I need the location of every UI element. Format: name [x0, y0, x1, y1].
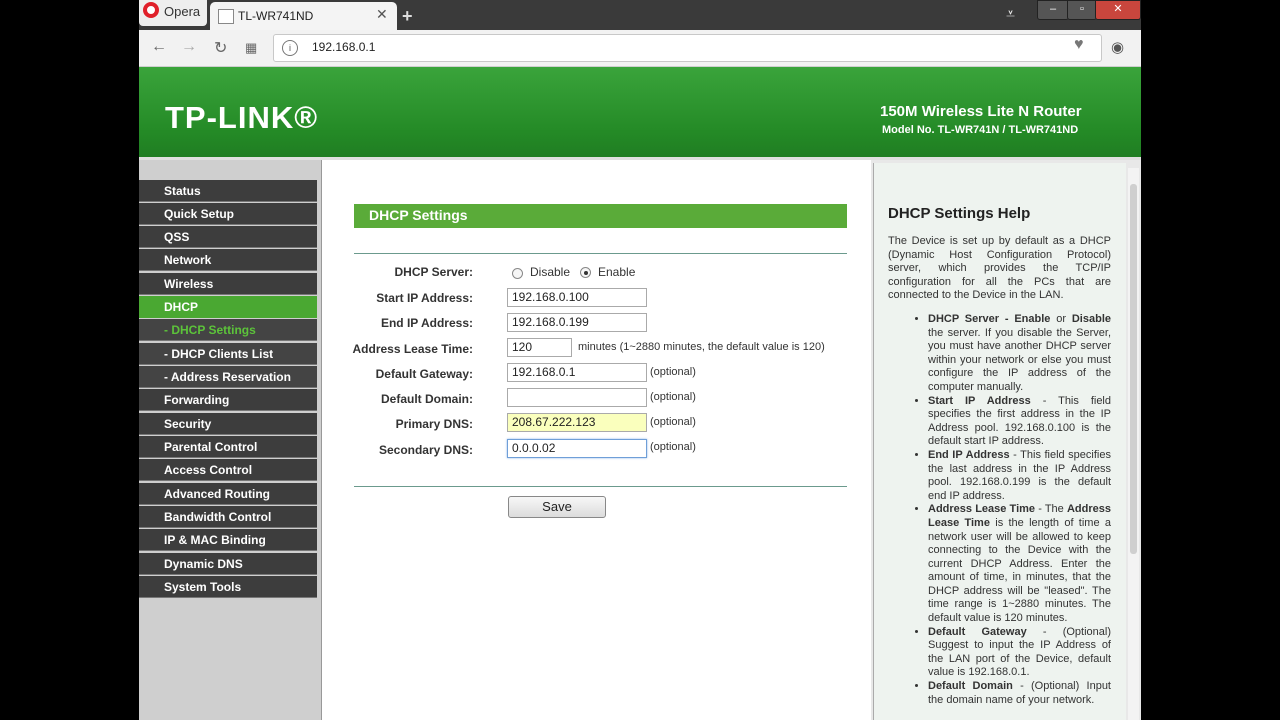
- help-item-default-gateway: Default Gateway - (Optional) Suggest to …: [928, 626, 1111, 680]
- help-intro: The Device is set up by default as a DHC…: [888, 235, 1111, 302]
- browser-tab[interactable]: TL-WR741ND ✕: [210, 2, 397, 30]
- lease-time-hint: minutes (1~2880 minutes, the default val…: [578, 341, 825, 353]
- speed-dial-icon[interactable]: ▦: [245, 40, 257, 56]
- tab-title: TL-WR741ND: [238, 9, 314, 23]
- minimize-icon[interactable]: –: [1037, 0, 1069, 20]
- tab-bar: Opera TL-WR741ND ✕ + ⩡ – ▫ ✕: [139, 0, 1141, 30]
- sidebar-item-advanced-routing[interactable]: Advanced Routing: [139, 483, 317, 505]
- product-name: 150M Wireless Lite N Router: [880, 103, 1082, 120]
- help-item-lease-time: Address Lease Time - The Address Lease T…: [928, 503, 1111, 625]
- domain-optional: (optional): [650, 391, 696, 403]
- sidebar-item-status[interactable]: Status: [139, 180, 317, 202]
- secondary-dns-input[interactable]: 0.0.0.02: [507, 439, 647, 458]
- enable-radio[interactable]: [580, 267, 591, 278]
- sidebar-item-qss[interactable]: QSS: [139, 226, 317, 248]
- help-item-end-ip: End IP Address - This field specifies th…: [928, 449, 1111, 503]
- scrollbar-thumb[interactable]: [1130, 184, 1137, 554]
- lease-time-label: Address Lease Time:: [352, 342, 474, 356]
- default-domain-label: Default Domain:: [380, 392, 473, 406]
- end-ip-label: End IP Address:: [380, 316, 473, 330]
- disable-radio[interactable]: [512, 268, 523, 279]
- url-text: 192.168.0.1: [312, 40, 376, 54]
- bookmark-heart-icon[interactable]: ♥: [1074, 36, 1084, 54]
- primary-dns-optional: (optional): [650, 416, 696, 428]
- default-gateway-input[interactable]: 192.168.0.1: [507, 363, 647, 382]
- tp-link-logo: TP-LINK®: [165, 100, 319, 135]
- help-item-default-domain: Default Domain - (Optional) Input the do…: [928, 680, 1111, 707]
- sidebar-border: [321, 160, 322, 720]
- help-panel: DHCP Settings Help The Device is set up …: [873, 163, 1126, 720]
- sidebar-item-forwarding[interactable]: Forwarding: [139, 389, 317, 411]
- sidebar-nav: Status Quick Setup QSS Network Wireless …: [139, 160, 321, 720]
- sidebar-item-address-reservation[interactable]: - Address Reservation: [139, 366, 317, 388]
- secondary-dns-label: Secondary DNS:: [378, 443, 473, 457]
- sidebar-item-dynamic-dns[interactable]: Dynamic DNS: [139, 553, 317, 575]
- help-item-dhcp-server: DHCP Server - Enable or Disable the serv…: [928, 313, 1111, 395]
- new-tab-icon[interactable]: +: [402, 6, 413, 27]
- sidebar-item-access-control[interactable]: Access Control: [139, 459, 317, 481]
- top-divider: [354, 253, 847, 254]
- opera-logo-icon: [143, 2, 159, 18]
- bottom-divider: [354, 486, 847, 487]
- page-favicon-icon: [218, 9, 234, 24]
- help-title: DHCP Settings Help: [888, 205, 1031, 222]
- sidebar-item-ip-mac-binding[interactable]: IP & MAC Binding: [139, 529, 317, 551]
- reload-icon[interactable]: ↻: [214, 38, 227, 58]
- section-title-bar: DHCP Settings: [354, 204, 847, 228]
- router-header: TP-LINK® 150M Wireless Lite N Router Mod…: [139, 67, 1141, 160]
- forward-icon[interactable]: →: [181, 38, 197, 56]
- primary-dns-label: Primary DNS:: [395, 417, 473, 431]
- browser-window: Opera TL-WR741ND ✕ + ⩡ – ▫ ✕ ← → ↻ ▦ i 1…: [139, 0, 1141, 720]
- secondary-dns-optional: (optional): [650, 441, 696, 453]
- primary-dns-input[interactable]: 208.67.222.123: [507, 413, 647, 432]
- default-gateway-label: Default Gateway:: [375, 367, 473, 381]
- sidebar-item-system-tools[interactable]: System Tools: [139, 576, 317, 598]
- help-item-start-ip: Start IP Address - This field specifies …: [928, 395, 1111, 449]
- end-ip-input[interactable]: 192.168.0.199: [507, 313, 647, 332]
- lease-time-input[interactable]: 120: [507, 338, 572, 357]
- default-domain-input[interactable]: [507, 388, 647, 407]
- help-scrollbar[interactable]: [1128, 168, 1139, 720]
- model-number: Model No. TL-WR741N / TL-WR741ND: [882, 124, 1079, 136]
- start-ip-label: Start IP Address:: [376, 291, 473, 305]
- enable-label: Enable: [598, 265, 636, 279]
- sidebar-item-quick-setup[interactable]: Quick Setup: [139, 203, 317, 225]
- sidebar-item-network[interactable]: Network: [139, 249, 317, 271]
- sidebar-item-dhcp-settings[interactable]: - DHCP Settings: [139, 319, 317, 341]
- sidebar-item-bandwidth-control[interactable]: Bandwidth Control: [139, 506, 317, 528]
- opera-menu-button[interactable]: Opera: [139, 0, 207, 26]
- account-icon[interactable]: ◉: [1111, 38, 1124, 56]
- radio-selected-dot: [584, 271, 588, 275]
- window-controls: – ▫ ✕: [1037, 0, 1141, 20]
- help-frame: DHCP Settings Help The Device is set up …: [871, 160, 1141, 720]
- sidebar-item-dhcp[interactable]: DHCP: [139, 296, 317, 318]
- dhcp-server-label: DHCP Server:: [394, 265, 473, 279]
- close-window-icon[interactable]: ✕: [1095, 0, 1141, 20]
- sidebar-item-dhcp-clients-list[interactable]: - DHCP Clients List: [139, 343, 317, 365]
- page-title: DHCP Settings: [369, 207, 468, 223]
- opera-label: Opera: [164, 4, 201, 19]
- close-tab-icon[interactable]: ✕: [376, 6, 388, 23]
- sidebar-item-wireless[interactable]: Wireless: [139, 273, 317, 295]
- disable-label: Disable: [530, 265, 571, 279]
- gateway-optional: (optional): [650, 366, 696, 378]
- sidebar-item-security[interactable]: Security: [139, 413, 317, 435]
- site-info-icon[interactable]: i: [282, 40, 298, 56]
- help-list: DHCP Server - Enable or Disable the serv…: [888, 313, 1111, 707]
- sidebar-item-parental-control[interactable]: Parental Control: [139, 436, 317, 458]
- address-bar: ← → ↻ ▦ i 192.168.0.1 ♥ ◉: [139, 30, 1141, 67]
- dhcp-settings-panel: DHCP Settings DHCP Server: Disable Enabl…: [323, 160, 871, 720]
- start-ip-input[interactable]: 192.168.0.100: [507, 288, 647, 307]
- tab-menu-icon[interactable]: ⩡: [1006, 6, 1015, 24]
- save-button[interactable]: Save: [508, 496, 606, 518]
- back-icon[interactable]: ←: [151, 38, 167, 56]
- url-field[interactable]: i 192.168.0.1: [273, 34, 1102, 62]
- maximize-icon[interactable]: ▫: [1067, 0, 1097, 20]
